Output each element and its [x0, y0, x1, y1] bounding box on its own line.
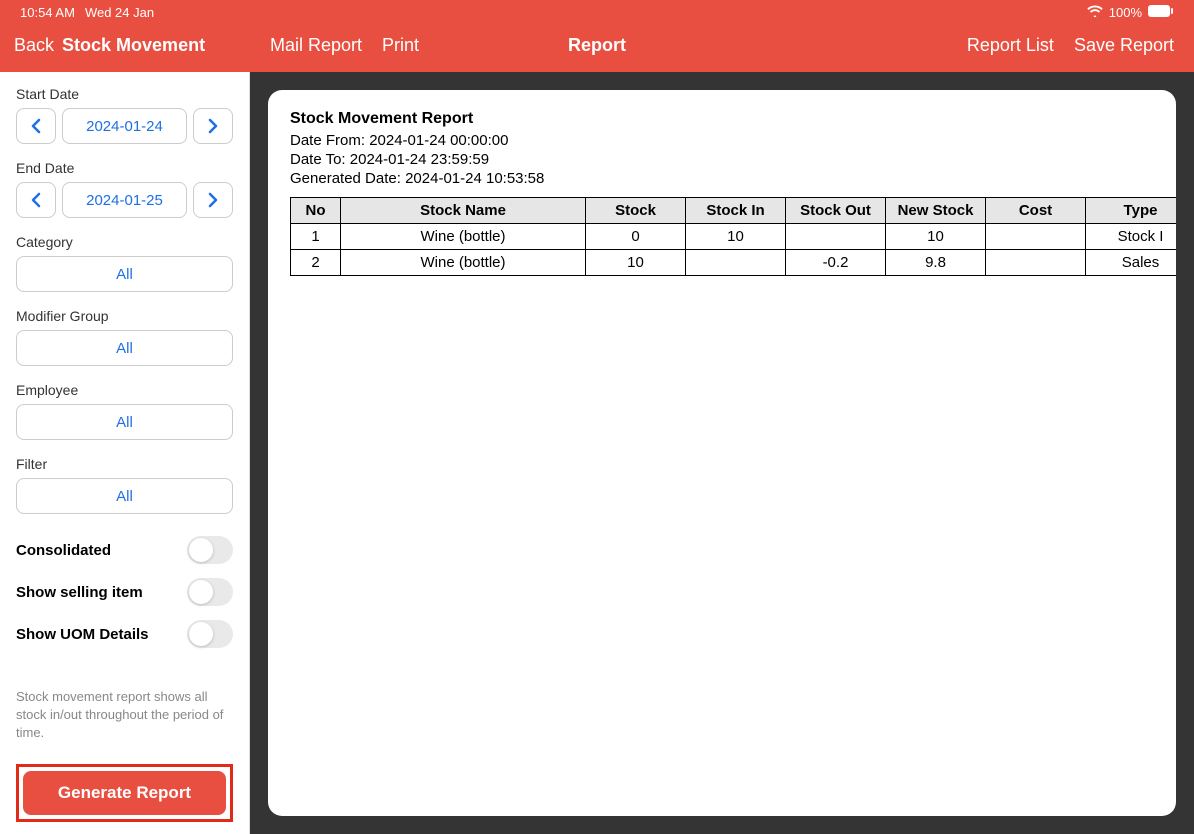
report-generated-date: Generated Date: 2024-01-24 10:53:58	[290, 170, 1176, 187]
show-selling-item-toggle[interactable]	[187, 578, 233, 606]
generate-highlight: Generate Report	[16, 764, 233, 822]
report-list-button[interactable]: Report List	[967, 35, 1054, 56]
report-viewport: Stock Movement Report Date From: 2024-01…	[250, 72, 1194, 834]
cell-cost	[986, 224, 1086, 250]
status-time: 10:54 AM	[20, 5, 75, 20]
th-stock-out: Stock Out	[786, 198, 886, 224]
cell-no: 2	[291, 250, 341, 276]
status-bar: 10:54 AM Wed 24 Jan 100%	[0, 0, 1194, 24]
cell-no: 1	[291, 224, 341, 250]
cell-in	[686, 250, 786, 276]
cell-out	[786, 224, 886, 250]
table-row: 2Wine (bottle)10 -0.29.8 Sales	[291, 250, 1177, 276]
report-page: Stock Movement Report Date From: 2024-01…	[268, 90, 1176, 816]
end-date-prev-button[interactable]	[16, 182, 56, 218]
battery-icon	[1148, 5, 1174, 20]
report-title: Stock Movement Report	[290, 110, 1176, 128]
sidebar: Start Date 2024-01-24 End Date 2024-01-2…	[0, 72, 250, 834]
employee-select[interactable]: All	[16, 404, 233, 440]
consolidated-toggle[interactable]	[187, 536, 233, 564]
cell-type: Sales	[1086, 250, 1177, 276]
cell-type: Stock I	[1086, 224, 1177, 250]
start-date-field[interactable]: 2024-01-24	[62, 108, 187, 144]
cell-name: Wine (bottle)	[341, 224, 586, 250]
mail-report-button[interactable]: Mail Report	[270, 35, 362, 56]
cell-cost	[986, 250, 1086, 276]
page-title: Stock Movement	[62, 35, 205, 56]
print-button[interactable]: Print	[382, 35, 419, 56]
generate-report-button[interactable]: Generate Report	[23, 771, 226, 815]
cell-new: 9.8	[886, 250, 986, 276]
show-uom-details-toggle[interactable]	[187, 620, 233, 648]
show-selling-item-label: Show selling item	[16, 584, 143, 601]
consolidated-label: Consolidated	[16, 542, 111, 559]
th-stock: Stock	[586, 198, 686, 224]
th-stock-in: Stock In	[686, 198, 786, 224]
th-new-stock: New Stock	[886, 198, 986, 224]
report-date-to: Date To: 2024-01-24 23:59:59	[290, 151, 1176, 168]
battery-text: 100%	[1109, 5, 1142, 20]
cell-stock: 10	[586, 250, 686, 276]
start-date-label: Start Date	[16, 86, 233, 102]
end-date-label: End Date	[16, 160, 233, 176]
end-date-next-button[interactable]	[193, 182, 233, 218]
cell-stock: 0	[586, 224, 686, 250]
cell-in: 10	[686, 224, 786, 250]
save-report-button[interactable]: Save Report	[1074, 35, 1174, 56]
status-date: Wed 24 Jan	[85, 5, 154, 20]
modifier-group-select[interactable]: All	[16, 330, 233, 366]
category-select[interactable]: All	[16, 256, 233, 292]
header-bar: Back Stock Movement Mail Report Print Re…	[0, 24, 1194, 72]
category-label: Category	[16, 234, 233, 250]
th-cost: Cost	[986, 198, 1086, 224]
th-no: No	[291, 198, 341, 224]
cell-new: 10	[886, 224, 986, 250]
th-stock-name: Stock Name	[341, 198, 586, 224]
employee-label: Employee	[16, 382, 233, 398]
modifier-group-label: Modifier Group	[16, 308, 233, 324]
table-row: 1Wine (bottle)01010Stock I	[291, 224, 1177, 250]
header-center-title: Report	[568, 35, 626, 56]
wifi-icon	[1087, 5, 1103, 20]
sidebar-description: Stock movement report shows all stock in…	[16, 688, 233, 743]
end-date-field[interactable]: 2024-01-25	[62, 182, 187, 218]
show-uom-details-label: Show UOM Details	[16, 626, 149, 643]
cell-name: Wine (bottle)	[341, 250, 586, 276]
cell-out: -0.2	[786, 250, 886, 276]
filter-select[interactable]: All	[16, 478, 233, 514]
report-table: No Stock Name Stock Stock In Stock Out N…	[290, 197, 1176, 276]
start-date-prev-button[interactable]	[16, 108, 56, 144]
th-type: Type	[1086, 198, 1177, 224]
start-date-next-button[interactable]	[193, 108, 233, 144]
filter-label: Filter	[16, 456, 233, 472]
report-date-from: Date From: 2024-01-24 00:00:00	[290, 132, 1176, 149]
back-button[interactable]: Back	[14, 35, 54, 56]
